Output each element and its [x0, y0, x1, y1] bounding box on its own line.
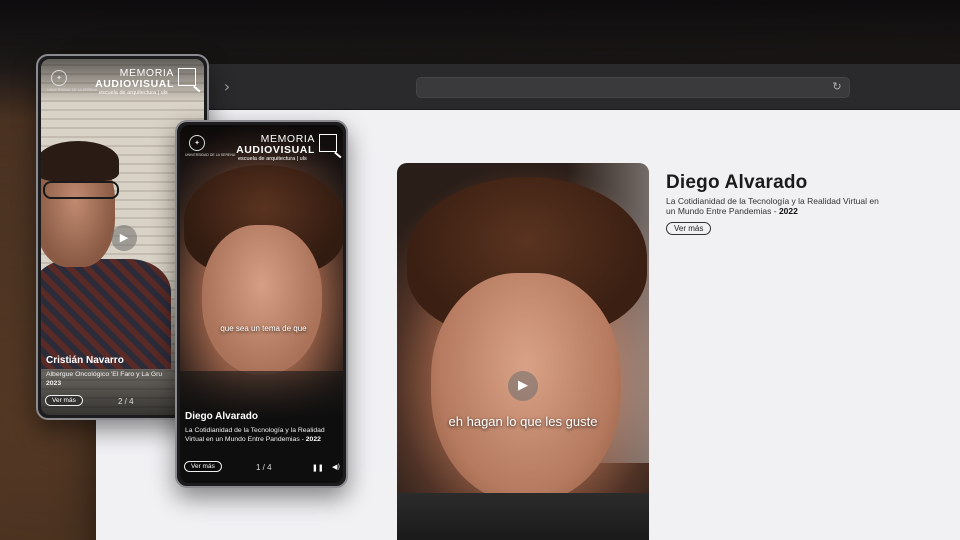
ver-mas-button[interactable]: Ver más [184, 461, 222, 472]
glasses [43, 181, 119, 199]
phone-screen: ✦ UNIVERSIDAD DE LA SERENA MEMORIA AUDIO… [180, 125, 343, 483]
pause-icon[interactable]: ❚❚ [312, 464, 324, 472]
phone-mockup-front: ✦ UNIVERSIDAD DE LA SERENA MEMORIA AUDIO… [175, 120, 348, 488]
ver-mas-button[interactable]: Ver más [666, 222, 712, 235]
seal-caption: UNIVERSIDAD DE LA SERENA [47, 88, 98, 92]
video-description: La Cotidianidad de la Tecnología y la Re… [185, 426, 325, 444]
video-year: 2023 [46, 380, 62, 387]
video-description: La Cotidianidad de la Tecnología y la Re… [666, 196, 886, 216]
person-name: Diego Alvarado [666, 172, 808, 193]
play-icon[interactable]: ▶ [111, 225, 137, 251]
person-name: Diego Alvarado [185, 411, 258, 422]
video-subject-shirt [41, 259, 171, 369]
magnifier-frame-icon [178, 68, 196, 86]
university-seal-icon: ✦ [189, 135, 205, 151]
video-info: Diego Alvarado La Cotidianidad de la Tec… [666, 172, 886, 236]
video-subtitle: que sea un tema de que [220, 324, 307, 333]
brand-header: ✦ UNIVERSIDAD DE LA SERENA MEMORIA AUDIO… [41, 59, 204, 103]
brand-tagline: escuela de arquitectura | uls [238, 156, 307, 162]
video-subtitle: eh hagan lo que les guste [448, 414, 598, 429]
brand-subtitle: AUDIOVISUAL [236, 144, 315, 156]
brand-tagline: escuela de arquitectura | uls [99, 90, 168, 96]
video-subject-hair [41, 141, 119, 181]
description-text: La Cotidianidad de la Tecnología y la Re… [666, 196, 879, 216]
university-seal-icon: ✦ [51, 70, 67, 86]
video-year: 2022 [305, 436, 321, 443]
chevron-right-icon[interactable]: › [219, 78, 235, 96]
video-counter: 2 / 4 [118, 397, 134, 406]
magnifier-frame-icon [319, 134, 337, 152]
video-counter: 1 / 4 [256, 463, 272, 472]
brand-subtitle: AUDIOVISUAL [95, 78, 174, 90]
brand-header: ✦ UNIVERSIDAD DE LA SERENA MEMORIA AUDIO… [180, 125, 343, 169]
video-year: 2022 [778, 205, 798, 216]
video-subject-face [202, 225, 322, 375]
address-bar[interactable]: ↻ [416, 77, 850, 98]
person-name: Cristián Navarro [46, 355, 124, 366]
description-text: La Cotidianidad de la Tecnología y la Re… [185, 427, 325, 443]
play-icon[interactable]: ▶ [508, 371, 538, 401]
browser-toolbar: › ↻ [96, 64, 960, 110]
ver-mas-button[interactable]: Ver más [45, 395, 83, 406]
volume-icon[interactable]: ◀) [332, 463, 340, 471]
seal-caption: UNIVERSIDAD DE LA SERENA [185, 153, 236, 157]
video-player[interactable]: ▶ eh hagan lo que les guste [397, 163, 649, 540]
reload-icon[interactable]: ↻ [830, 80, 844, 94]
video-subject-shirt [397, 493, 649, 540]
